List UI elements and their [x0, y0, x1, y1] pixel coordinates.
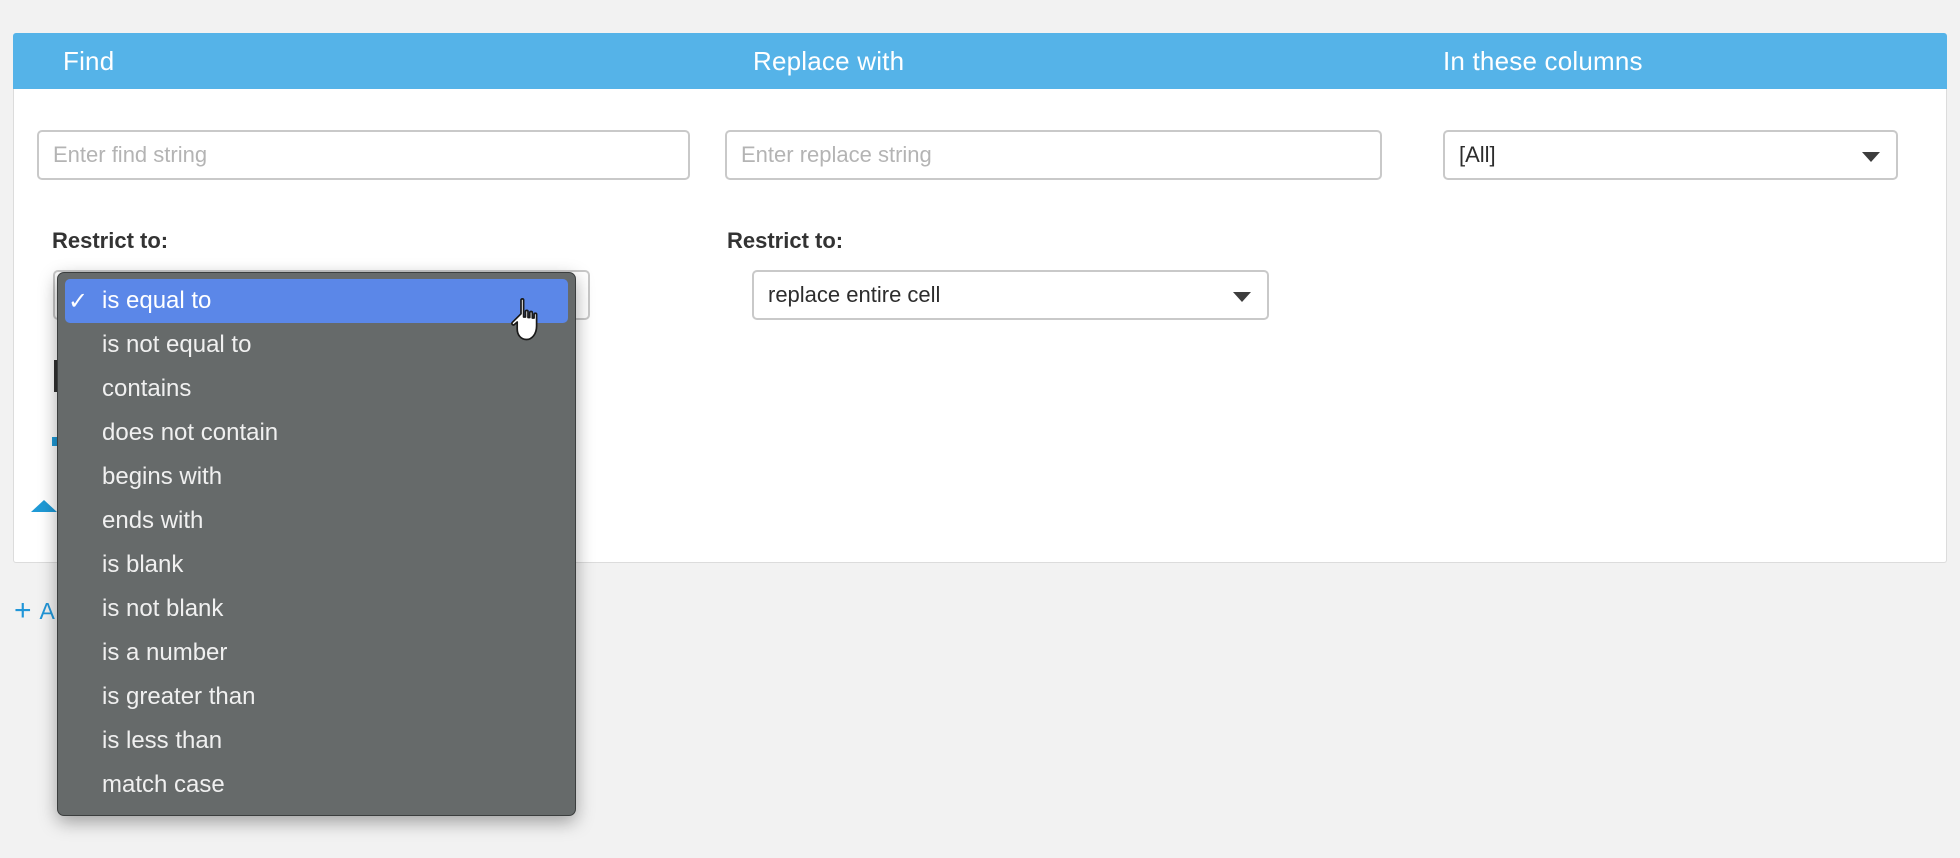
menu-item-label: is not equal to	[102, 331, 252, 358]
menu-item[interactable]: is blank	[58, 543, 575, 587]
checkmark-icon: ✓	[68, 287, 89, 315]
menu-item[interactable]: is not equal to	[58, 323, 575, 367]
menu-item[interactable]: is less than	[58, 719, 575, 763]
replace-mode-select[interactable]: replace entire cell	[752, 270, 1269, 320]
menu-item[interactable]: ✓ is equal to	[65, 279, 568, 323]
add-rule-link[interactable]: + A	[14, 596, 55, 626]
menu-item[interactable]: is greater than	[58, 675, 575, 719]
replace-restrict-label: Restrict to:	[727, 228, 844, 253]
columns-select-value: [All]	[1459, 142, 1496, 167]
find-replace-panel: Find Replace with In these columns Enter…	[0, 0, 1960, 858]
chevron-down-icon	[1862, 152, 1880, 162]
plus-icon: +	[14, 594, 32, 627]
menu-item-label: is blank	[102, 551, 184, 578]
menu-item-label: is not blank	[102, 595, 224, 622]
columns-select[interactable]: [All]	[1443, 130, 1898, 180]
find-input[interactable]: Enter find string	[37, 130, 690, 180]
menu-item-label: ends with	[102, 507, 204, 534]
column-header-replace-with: Replace with	[753, 45, 905, 76]
add-rule-label: A	[39, 597, 55, 624]
menu-item[interactable]: is a number	[58, 631, 575, 675]
menu-item[interactable]: begins with	[58, 455, 575, 499]
find-restrict-label: Restrict to:	[52, 228, 169, 253]
menu-item-label: is greater than	[102, 683, 256, 710]
find-restrict-dropdown-menu[interactable]: ✓ is equal to is not equal to contains d…	[57, 272, 576, 816]
replace-input[interactable]: Enter replace string	[725, 130, 1382, 180]
menu-item-label: is less than	[102, 727, 223, 754]
chevron-down-icon	[1233, 292, 1251, 302]
menu-item-label: begins with	[102, 463, 223, 490]
menu-item-label: is a number	[102, 639, 228, 666]
menu-item[interactable]: does not contain	[58, 411, 575, 455]
collapse-triangle-icon[interactable]	[31, 500, 57, 512]
column-header-bar: Find Replace with In these columns	[13, 33, 1947, 89]
menu-item-label: match case	[102, 771, 225, 798]
menu-item[interactable]: ends with	[58, 499, 575, 543]
column-header-find: Find	[63, 45, 115, 76]
menu-item[interactable]: contains	[58, 367, 575, 411]
menu-item-label: is equal to	[102, 287, 212, 314]
column-header-in-these-columns: In these columns	[1443, 45, 1643, 76]
replace-mode-select-value: replace entire cell	[768, 282, 941, 307]
menu-item[interactable]: match case	[58, 763, 575, 807]
menu-item[interactable]: is not blank	[58, 587, 575, 631]
menu-item-label: does not contain	[102, 419, 279, 446]
menu-item-label: contains	[102, 375, 192, 402]
